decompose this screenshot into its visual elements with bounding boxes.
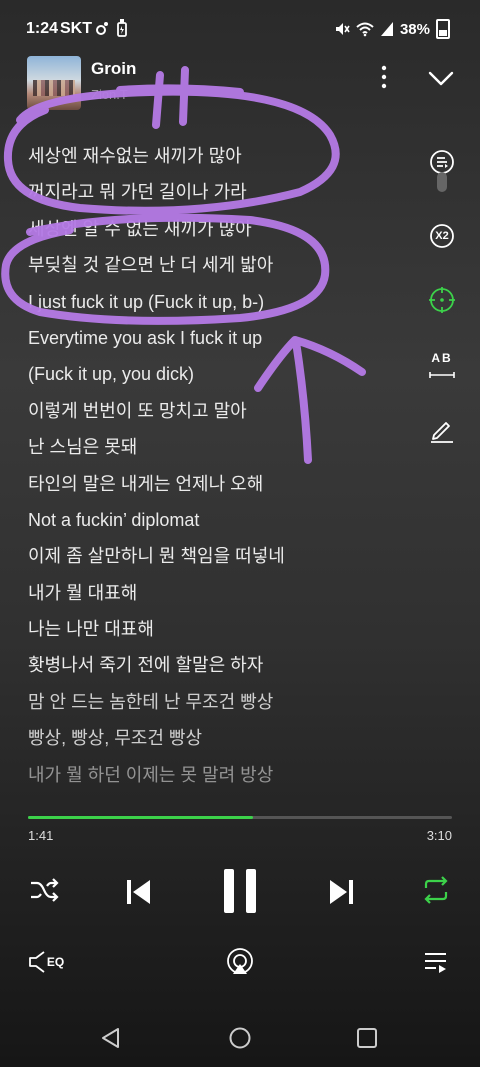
lyric-line[interactable]: 내가 뭘 하던 이제는 못 말려 방상 (28, 757, 408, 793)
time-elapsed: 1:41 (28, 828, 54, 843)
cast-button[interactable] (220, 942, 260, 982)
pause-button[interactable] (216, 864, 264, 918)
lyric-line[interactable]: I just fuck it up (Fuck it up, b-) (28, 284, 408, 320)
status-time: 1:24 (26, 20, 59, 37)
seek-bar-fill (28, 816, 254, 819)
equalizer-button[interactable]: EQ (24, 944, 68, 980)
lyric-line[interactable]: 부딪칠 것 같으면 난 더 세게 밟아 (28, 247, 408, 283)
collapse-player-button[interactable] (425, 64, 457, 94)
time-total: 3:10 (426, 828, 452, 843)
seek-bar[interactable] (28, 816, 452, 819)
lyric-line[interactable]: 타인의 말은 내게는 언제나 오해 (28, 466, 408, 502)
lyric-line[interactable]: Not a fuckin’ diplomat (28, 502, 408, 538)
playlist-button[interactable] (416, 944, 456, 980)
speaker-icon (28, 951, 45, 973)
album-art[interactable] (27, 56, 81, 110)
usb-icon (117, 19, 127, 37)
system-navigation-bar (0, 1005, 480, 1067)
more-options-button[interactable] (372, 62, 396, 92)
next-button[interactable] (322, 870, 362, 914)
queue-icon (425, 953, 446, 973)
skip-next-icon (330, 880, 353, 904)
status-icons-left (94, 19, 128, 37)
chevron-down-icon (428, 71, 454, 86)
lyric-line[interactable]: 난 스님은 못돼 (28, 429, 408, 465)
lyric-line[interactable]: 내가 뭘 대표해 (28, 575, 408, 611)
previous-button[interactable] (118, 870, 158, 914)
nav-recents-button[interactable] (352, 1023, 382, 1053)
status-carrier: SKT (60, 20, 92, 37)
status-bar: 1:24 SKT 38% (0, 0, 480, 58)
crosshair-icon (429, 287, 455, 313)
lyric-line[interactable]: 홧병나서 죽기 전에 할말은 하자 (28, 647, 408, 683)
equalizer-label: EQ (46, 955, 65, 969)
annotation-hash-3 (116, 84, 244, 96)
shuffle-icon (31, 878, 59, 902)
pen-icon (431, 422, 453, 443)
annotation-hash-2 (179, 66, 189, 126)
song-artist[interactable]: Zion.T (91, 87, 128, 102)
translate-lyrics-button[interactable]: AB (420, 342, 464, 386)
nav-back-button[interactable] (96, 1023, 126, 1053)
recents-square-icon (357, 1028, 377, 1048)
focus-lyrics-button[interactable] (420, 278, 464, 322)
home-circle-icon (229, 1027, 251, 1049)
repeat-button[interactable] (416, 870, 456, 910)
lyric-line[interactable]: 세상엔 재수없는 새끼가 많아 (28, 138, 408, 174)
battery-icon (436, 19, 450, 39)
repeat-icon (424, 876, 448, 904)
lyrics-scroll-handle[interactable] (437, 172, 447, 192)
lyric-line[interactable]: 이렇게 번번이 또 망치고 말아 (28, 393, 408, 429)
lyric-line[interactable]: 빵상, 빵상, 무조건 빵상 (28, 720, 408, 756)
skip-previous-icon (127, 880, 150, 904)
song-title[interactable]: Groin (91, 59, 136, 79)
lyric-line[interactable]: 나는 나만 대표해 (28, 611, 408, 647)
lyrics-list[interactable]: 세상엔 재수없는 새끼가 많아 꺼지라고 뭐 가던 길이나 가라 세상엔 알 수 없… (28, 138, 408, 793)
battery-percent: 38% (399, 20, 430, 38)
pause-icon (224, 869, 256, 913)
lyric-line[interactable]: 맘 안 드는 놈한테 난 무조건 빵상 (28, 684, 408, 720)
airplay-icon (227, 948, 253, 974)
lyric-line[interactable]: 꺼지라고 뭐 가던 길이나 가라 (28, 174, 408, 210)
nav-home-button[interactable] (225, 1023, 255, 1053)
shuffle-button[interactable] (24, 870, 64, 910)
mute-icon (335, 23, 350, 35)
lyric-line[interactable]: 세상엔 알 수 없는 새끼가 많아 (28, 211, 408, 247)
speed-x2-button[interactable]: X2 (420, 214, 464, 258)
signal-icon (380, 22, 393, 36)
status-icons-right: 38% (334, 19, 450, 39)
lyric-line[interactable]: Everytime you ask I fuck it up (28, 320, 408, 356)
lyric-line[interactable]: (Fuck it up, you dick) (28, 356, 408, 392)
more-vertical-icon (381, 65, 387, 89)
lyric-line[interactable]: 이제 좀 살만하니 뭔 책임을 떠넣네 (28, 538, 408, 574)
translate-label: AB (431, 351, 453, 365)
back-triangle-icon (102, 1028, 119, 1048)
wifi-icon (356, 22, 374, 37)
speed-x2-label: X2 (435, 230, 449, 242)
edit-lyrics-button[interactable] (420, 408, 464, 452)
annotation-hash-1 (152, 71, 164, 129)
bluetooth-icon (96, 22, 108, 35)
